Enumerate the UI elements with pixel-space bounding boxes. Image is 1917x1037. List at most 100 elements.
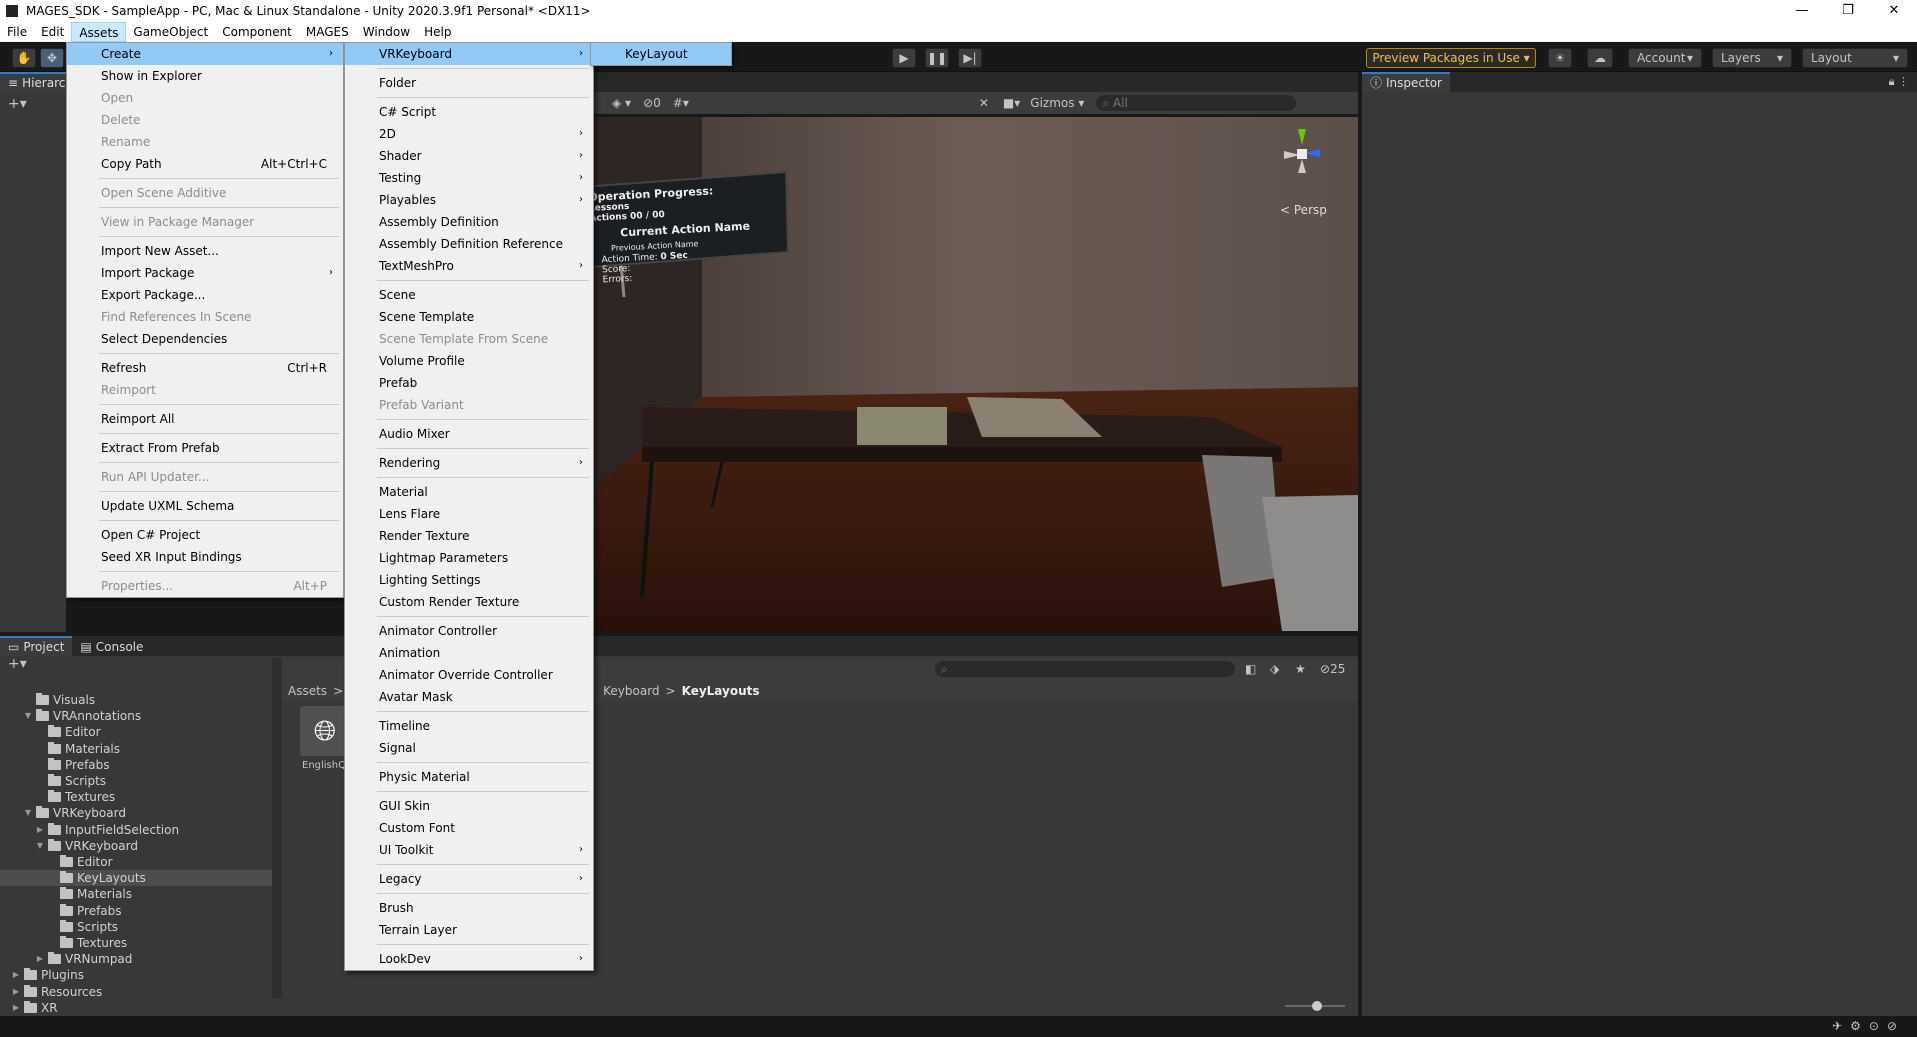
menu-item-shader[interactable]: Shader › [345, 145, 593, 167]
menu-item-volume-profile[interactable]: Volume Profile [345, 350, 593, 372]
tree-item[interactable]: ▶ InputFieldSelection [36, 822, 179, 838]
layers-dropdown[interactable]: Layers ▾ [1712, 48, 1792, 68]
scene-gizmo[interactable] [1272, 125, 1332, 185]
menu-item-physic-material[interactable]: Physic Material [345, 766, 593, 788]
menu-item-material[interactable]: Material [345, 481, 593, 503]
pause-button[interactable]: ❚❚ [925, 48, 949, 68]
expand-toggle-icon[interactable]: ▶ [36, 951, 44, 967]
tree-item[interactable]: KeyLayouts [0, 870, 272, 887]
menu-window[interactable]: Window [356, 22, 417, 42]
menu-assets[interactable]: Assets [71, 22, 127, 42]
tree-item[interactable]: Textures [36, 789, 115, 805]
menu-gameobject[interactable]: GameObject [126, 22, 215, 42]
menu-item-rendering[interactable]: Rendering › [345, 452, 593, 474]
expand-toggle-icon[interactable]: ▶ [12, 984, 20, 1000]
tab-inspector[interactable]: ⓘ Inspector [1362, 72, 1450, 92]
menu-item-keylayout[interactable]: KeyLayout [591, 43, 731, 65]
tree-item[interactable]: Textures [48, 935, 127, 951]
tree-item[interactable]: Materials [48, 886, 132, 902]
menu-item-audio-mixer[interactable]: Audio Mixer [345, 423, 593, 445]
asset-label[interactable]: EnglishQ [302, 760, 346, 771]
menu-item-playables[interactable]: Playables › [345, 189, 593, 211]
account-dropdown[interactable]: Account ▾ [1628, 48, 1702, 68]
persp-label[interactable]: < Persp [1280, 203, 1327, 217]
expand-toggle-icon[interactable]: ▼ [24, 708, 32, 724]
menu-component[interactable]: Component [215, 22, 299, 42]
expand-toggle-icon[interactable]: ▶ [36, 822, 44, 838]
menu-item-scene-template[interactable]: Scene Template [345, 306, 593, 328]
step-button[interactable]: ▶| [958, 48, 982, 68]
play-button[interactable]: ▶ [892, 48, 916, 68]
breadcrumb-assets[interactable]: Assets [288, 684, 327, 698]
menu-item-seed-xr-input-bindings[interactable]: Seed XR Input Bindings [67, 546, 343, 568]
menu-item-show-in-explorer[interactable]: Show in Explorer [67, 65, 343, 87]
menu-item-prefab[interactable]: Prefab [345, 372, 593, 394]
menu-item-lens-flare[interactable]: Lens Flare [345, 503, 593, 525]
expand-toggle-icon[interactable]: ▶ [12, 967, 20, 983]
create-add-icon[interactable]: +▾ [8, 656, 27, 672]
zoom-slider-handle[interactable] [1312, 1001, 1322, 1011]
tab-project[interactable]: ▭ Project [0, 636, 73, 656]
tree-item[interactable]: Editor [36, 724, 101, 740]
expand-toggle-icon[interactable]: ▼ [36, 838, 44, 854]
tree-item[interactable]: Scripts [36, 773, 106, 789]
render-mode-icon[interactable]: ◈ ▾ [612, 96, 631, 110]
tree-item[interactable]: Visuals [24, 692, 95, 708]
menu-item-refresh[interactable]: Refresh Ctrl+R [67, 357, 343, 379]
menu-item-assembly-definition-reference[interactable]: Assembly Definition Reference [345, 233, 593, 255]
menu-item-terrain-layer[interactable]: Terrain Layer [345, 919, 593, 941]
menu-item-custom-font[interactable]: Custom Font [345, 817, 593, 839]
tree-item[interactable]: Scripts [48, 919, 118, 935]
breadcrumb-current[interactable]: KeyLayouts [682, 684, 760, 698]
menu-item-custom-render-texture[interactable]: Custom Render Texture [345, 591, 593, 613]
tree-item[interactable]: ▶ Plugins [12, 967, 84, 983]
tree-item[interactable]: Materials [36, 741, 120, 757]
menu-item-import-package[interactable]: Import Package › [67, 262, 343, 284]
tools-icon[interactable]: ✕ [979, 96, 989, 110]
cloud-icon[interactable]: ☁ [1587, 48, 1613, 68]
menu-item-create[interactable]: Create › [67, 43, 343, 65]
menu-item-export-package[interactable]: Export Package... [67, 284, 343, 306]
hidden-packages-icon[interactable]: ⊘25 [1320, 662, 1345, 676]
menu-item-ui-toolkit[interactable]: UI Toolkit › [345, 839, 593, 861]
menu-item-assembly-definition[interactable]: Assembly Definition [345, 211, 593, 233]
menu-item-signal[interactable]: Signal [345, 737, 593, 759]
settings-icon[interactable]: ☀ [1548, 48, 1572, 68]
filter-type-icon[interactable]: ◧ [1245, 662, 1256, 676]
menu-item-brush[interactable]: Brush [345, 897, 593, 919]
menu-item-lighting-settings[interactable]: Lighting Settings [345, 569, 593, 591]
menu-item-update-uxml-schema[interactable]: Update UXML Schema [67, 495, 343, 517]
move-tool-icon[interactable]: ✥ [40, 48, 64, 68]
scene-view[interactable]: Operation Progress: Lessons Actions 00 /… [582, 117, 1358, 631]
tab-console[interactable]: ▤ Console [72, 636, 152, 656]
tree-item[interactable]: Prefabs [48, 903, 122, 919]
tree-item[interactable]: ▶ VRNumpad [36, 951, 132, 967]
grid-icon[interactable]: #▾ [673, 96, 689, 110]
menu-item-gui-skin[interactable]: GUI Skin [345, 795, 593, 817]
tree-item[interactable]: ▶ Resources [12, 984, 102, 1000]
menu-item-2d[interactable]: 2D › [345, 123, 593, 145]
star-icon[interactable]: ★ [1295, 662, 1306, 676]
project-search-input[interactable]: ⌕ [935, 661, 1235, 677]
expand-toggle-icon[interactable]: ▶ [12, 1000, 20, 1016]
tree-item[interactable]: ▶ XR [12, 1000, 58, 1016]
menu-item-reimport-all[interactable]: Reimport All [67, 408, 343, 430]
menu-item-folder[interactable]: Folder [345, 72, 593, 94]
hand-tool-icon[interactable]: ✋ [12, 48, 36, 68]
preview-packages-button[interactable]: Preview Packages in Use ▾ [1366, 48, 1536, 68]
menu-item-import-new-asset[interactable]: Import New Asset... [67, 240, 343, 262]
menu-item-legacy[interactable]: Legacy › [345, 868, 593, 890]
camera-icon[interactable]: ■▾ [1003, 96, 1020, 110]
menu-item-animator-override-controller[interactable]: Animator Override Controller [345, 664, 593, 686]
menu-mages[interactable]: MAGES [299, 22, 356, 42]
menu-item-lightmap-parameters[interactable]: Lightmap Parameters [345, 547, 593, 569]
menu-item-c-script[interactable]: C# Script [345, 101, 593, 123]
tree-item[interactable]: Prefabs [36, 757, 110, 773]
gizmos-dropdown[interactable]: Gizmos ▾ [1030, 96, 1084, 110]
tree-item[interactable]: Editor [48, 854, 113, 870]
menu-item-avatar-mask[interactable]: Avatar Mask [345, 686, 593, 708]
tree-item[interactable]: ▼ VRAnnotations [24, 708, 141, 724]
menu-file[interactable]: File [0, 22, 34, 42]
tree-item[interactable]: ▼ VRKeyboard [36, 838, 138, 854]
globe-icon[interactable]: 🌐︎ [300, 706, 350, 756]
